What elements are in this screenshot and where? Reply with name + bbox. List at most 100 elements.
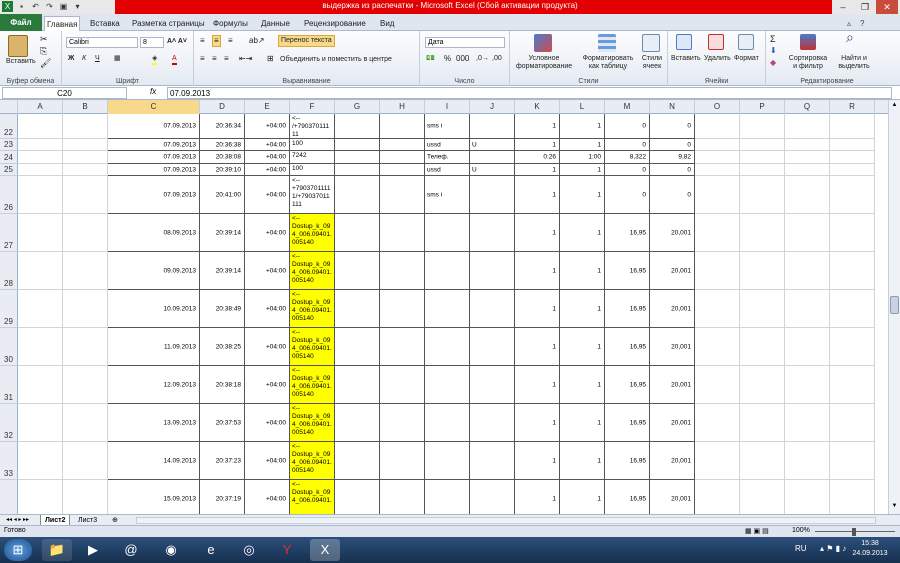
cell-m[interactable]: 16,95 — [605, 366, 650, 404]
cell-i[interactable] — [425, 442, 470, 480]
column-header-i[interactable]: I — [425, 100, 470, 114]
cell-f[interactable]: <-- Dostup_k_09 4_006.09401. 005140 — [290, 442, 335, 480]
column-header-f[interactable]: F — [290, 100, 335, 114]
cell-f[interactable]: <-- Dostup_k_09 4_006.09401. 005140 — [290, 290, 335, 328]
cell-h[interactable] — [380, 164, 425, 176]
cell-d[interactable]: 20:39:14 — [200, 214, 245, 252]
cell-g[interactable] — [335, 151, 380, 164]
cell-p[interactable] — [740, 442, 785, 480]
cell-b[interactable] — [63, 328, 108, 366]
align-right-icon[interactable]: ≡ — [224, 55, 229, 63]
column-header-o[interactable]: O — [695, 100, 740, 114]
column-header-d[interactable]: D — [200, 100, 245, 114]
increase-decimal-icon[interactable]: ,0→ — [476, 55, 489, 63]
row-header[interactable]: 27 — [0, 214, 18, 252]
paste-button[interactable]: Вставить — [6, 58, 36, 66]
align-left-icon[interactable]: ≡ — [200, 55, 205, 63]
row-header[interactable]: 23 — [0, 139, 18, 151]
cell-g[interactable] — [335, 328, 380, 366]
cell-k[interactable]: 1 — [515, 114, 560, 139]
cut-icon[interactable]: ✂ — [40, 35, 48, 44]
sort-filter-icon[interactable] — [800, 34, 816, 50]
cell-e[interactable]: +04:00 — [245, 214, 290, 252]
cell-l[interactable]: 1 — [560, 404, 605, 442]
cell-o[interactable] — [695, 176, 740, 214]
cell-k[interactable]: 1 — [515, 366, 560, 404]
cell-c[interactable]: 07.09.2013 — [108, 114, 200, 139]
cell-p[interactable] — [740, 214, 785, 252]
column-header-k[interactable]: K — [515, 100, 560, 114]
cell-r[interactable] — [830, 366, 875, 404]
format-table-icon[interactable] — [598, 34, 616, 52]
scroll-down-icon[interactable]: ▼ — [890, 503, 899, 512]
cell-k[interactable]: 1 — [515, 252, 560, 290]
format-painter-icon[interactable]: 🖌 — [40, 59, 51, 68]
cell-b[interactable] — [63, 214, 108, 252]
tab-review[interactable]: Рецензирование — [302, 16, 368, 31]
cell-k[interactable]: 0:26 — [515, 151, 560, 164]
cell-c[interactable]: 07.09.2013 — [108, 151, 200, 164]
align-center-icon[interactable]: ≡ — [212, 55, 217, 63]
cell-o[interactable] — [695, 151, 740, 164]
cell-q[interactable] — [785, 176, 830, 214]
cell-h[interactable] — [380, 480, 425, 514]
restore-icon[interactable]: ❐ — [854, 0, 876, 14]
cell-i[interactable] — [425, 252, 470, 290]
find-select-button[interactable]: Найти и выделить — [832, 55, 876, 71]
conditional-format-button[interactable]: Условное форматирование — [516, 55, 572, 71]
format-table-button[interactable]: Форматировать как таблицу — [580, 55, 636, 71]
cell-l[interactable]: 1 — [560, 164, 605, 176]
cell-j[interactable]: U — [470, 139, 515, 151]
cell-f[interactable]: 100 — [290, 164, 335, 176]
row-header[interactable]: 22 — [0, 114, 18, 139]
cell-c[interactable]: 09.09.2013 — [108, 252, 200, 290]
cell-e[interactable]: +04:00 — [245, 139, 290, 151]
cell-q[interactable] — [785, 252, 830, 290]
cell-a[interactable] — [18, 328, 63, 366]
view-buttons-icon[interactable]: ▦ ▣ ▤ — [745, 527, 769, 535]
cell-j[interactable] — [470, 114, 515, 139]
cell-i[interactable]: Телеф. — [425, 151, 470, 164]
merge-center-button[interactable]: Объединить и поместить в центре — [280, 56, 392, 64]
cell-n[interactable]: 20,001 — [650, 328, 695, 366]
cell-j[interactable] — [470, 214, 515, 252]
cell-r[interactable] — [830, 164, 875, 176]
cell-r[interactable] — [830, 151, 875, 164]
copy-icon[interactable]: ⎘ — [40, 47, 47, 56]
cell-h[interactable] — [380, 214, 425, 252]
cell-f[interactable]: <-- Dostup_k_09 4_006.09401. — [290, 480, 335, 514]
cell-a[interactable] — [18, 404, 63, 442]
tab-insert[interactable]: Вставка — [88, 16, 122, 31]
cell-m[interactable]: 0 — [605, 139, 650, 151]
cell-m[interactable]: 16,95 — [605, 480, 650, 514]
cell-n[interactable]: 0 — [650, 164, 695, 176]
cell-b[interactable] — [63, 114, 108, 139]
cell-d[interactable]: 20:38:18 — [200, 366, 245, 404]
media-player-icon[interactable]: ▶ — [78, 539, 108, 561]
format-cells-button[interactable]: Формат — [734, 55, 759, 63]
cell-e[interactable]: +04:00 — [245, 252, 290, 290]
row-header[interactable]: 32 — [0, 404, 18, 442]
align-middle-icon[interactable]: ≡ — [212, 35, 221, 47]
cell-n[interactable]: 20,001 — [650, 404, 695, 442]
cell-styles-icon[interactable] — [642, 34, 660, 52]
cell-b[interactable] — [63, 404, 108, 442]
cell-k[interactable]: 1 — [515, 404, 560, 442]
cell-i[interactable] — [425, 290, 470, 328]
vertical-scrollbar[interactable]: ▲ ▼ — [888, 100, 900, 514]
cell-l[interactable]: 1 — [560, 366, 605, 404]
excel-taskbar-icon[interactable]: X — [310, 539, 340, 561]
cell-a[interactable] — [18, 151, 63, 164]
cell-k[interactable]: 1 — [515, 328, 560, 366]
zoom-thumb[interactable] — [852, 528, 856, 536]
cell-l[interactable]: 1 — [560, 214, 605, 252]
indent-icon[interactable]: ⇤⇥ — [239, 55, 252, 63]
cell-j[interactable]: U — [470, 164, 515, 176]
cell-q[interactable] — [785, 366, 830, 404]
row-header[interactable]: 24 — [0, 151, 18, 164]
cell-g[interactable] — [335, 480, 380, 514]
cell-q[interactable] — [785, 114, 830, 139]
cell-f[interactable]: 7242 — [290, 151, 335, 164]
cell-o[interactable] — [695, 404, 740, 442]
cell-j[interactable] — [470, 404, 515, 442]
